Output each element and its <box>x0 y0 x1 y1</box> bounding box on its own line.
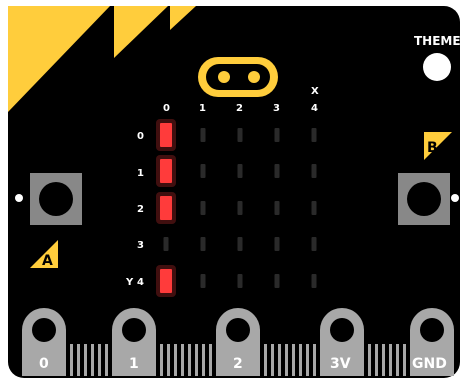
pin-2[interactable]: 2 <box>216 308 260 376</box>
row-label: 4 <box>137 277 144 288</box>
edge-stripe <box>160 344 163 376</box>
led-off <box>200 274 206 288</box>
column-label: 4 <box>311 103 318 114</box>
led-off <box>237 128 243 142</box>
edge-stripe <box>167 344 170 376</box>
led-off <box>311 201 317 215</box>
pin-1[interactable]: 1 <box>112 308 156 376</box>
edge-stripe <box>382 344 385 376</box>
theme-label: THEME <box>414 34 461 48</box>
led-on <box>160 269 172 293</box>
column-label: 3 <box>273 103 280 114</box>
edge-stripe <box>91 344 94 376</box>
button-b[interactable] <box>398 173 459 225</box>
pin-0[interactable]: 0 <box>22 308 66 376</box>
led-on <box>160 196 172 220</box>
edge-stripe <box>278 344 281 376</box>
led-off <box>200 128 206 142</box>
led-off <box>274 201 280 215</box>
pin-3v-label: 3V <box>330 356 351 372</box>
edge-stripe <box>368 344 371 376</box>
led-off <box>274 274 280 288</box>
y-axis-label: Y <box>125 277 134 288</box>
led-off <box>274 128 280 142</box>
led-off <box>237 237 243 251</box>
edge-stripe <box>264 344 267 376</box>
edge-stripe <box>403 344 406 376</box>
led-off <box>163 237 169 251</box>
led-off <box>237 201 243 215</box>
led-off <box>237 164 243 178</box>
edge-stripe <box>306 344 309 376</box>
led-off <box>200 237 206 251</box>
x-axis-label: X <box>311 86 319 97</box>
row-label: 0 <box>137 131 144 142</box>
edge-stripe <box>98 344 101 376</box>
edge-stripe <box>181 344 184 376</box>
microbit-simulator: THEME X Y 0 1 2 3 4 0 1 2 3 4 A B 0 1 2 … <box>0 0 462 383</box>
button-b-label: B <box>427 140 438 156</box>
edge-stripe <box>209 344 212 376</box>
edge-stripe <box>77 344 80 376</box>
edge-stripe <box>396 344 399 376</box>
touch-logo[interactable] <box>198 57 278 97</box>
led-off <box>274 237 280 251</box>
edge-stripe <box>313 344 316 376</box>
led-off <box>200 164 206 178</box>
led-on <box>160 159 172 183</box>
edge-stripe <box>84 344 87 376</box>
pin-0-label: 0 <box>39 356 49 372</box>
pin-2-label: 2 <box>233 356 243 372</box>
row-label: 3 <box>137 240 144 251</box>
edge-stripe <box>188 344 191 376</box>
pin-gnd-label: GND <box>412 356 447 372</box>
theme-toggle-button[interactable] <box>423 53 451 81</box>
edge-stripe <box>292 344 295 376</box>
column-label: 1 <box>199 103 206 114</box>
led-off <box>311 164 317 178</box>
microbit-board: THEME X Y 0 1 2 3 4 0 1 2 3 4 A B 0 1 2 … <box>8 6 461 378</box>
led-off <box>274 164 280 178</box>
edge-stripe <box>389 344 392 376</box>
edge-stripe <box>174 344 177 376</box>
edge-stripe <box>202 344 205 376</box>
led-off <box>311 237 317 251</box>
pin-gnd[interactable]: GND <box>410 308 454 376</box>
row-label: 1 <box>137 168 144 179</box>
led-on <box>160 123 172 147</box>
edge-stripe <box>299 344 302 376</box>
edge-stripe <box>195 344 198 376</box>
row-label: 2 <box>137 204 144 215</box>
edge-stripe <box>271 344 274 376</box>
edge-stripe <box>375 344 378 376</box>
pin-1-label: 1 <box>129 356 139 372</box>
column-label: 2 <box>236 103 243 114</box>
edge-stripe <box>105 344 108 376</box>
button-a-label: A <box>42 253 53 269</box>
edge-stripe <box>70 344 73 376</box>
pin-3v[interactable]: 3V <box>320 308 364 376</box>
column-label: 0 <box>163 103 170 114</box>
led-off <box>200 201 206 215</box>
edge-stripe <box>285 344 288 376</box>
led-off <box>237 274 243 288</box>
led-off <box>311 274 317 288</box>
led-off <box>311 128 317 142</box>
